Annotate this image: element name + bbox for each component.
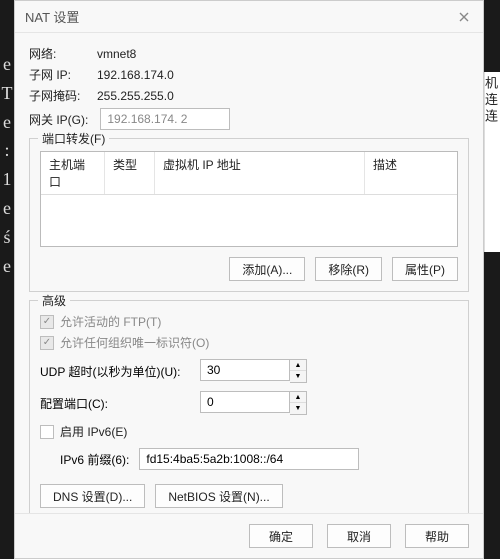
obscured-background-text: e T e : 1 e ś e bbox=[0, 50, 14, 350]
netbios-settings-button[interactable]: NetBIOS 设置(N)... bbox=[155, 484, 282, 508]
col-vm-ip[interactable]: 虚拟机 IP 地址 bbox=[155, 152, 365, 194]
spin-down-icon[interactable]: ▼ bbox=[290, 403, 306, 414]
dialog-footer: 确定 取消 帮助 bbox=[15, 513, 483, 558]
help-button[interactable]: 帮助 bbox=[405, 524, 469, 548]
dns-settings-button[interactable]: DNS 设置(D)... bbox=[40, 484, 145, 508]
spin-up-icon[interactable]: ▲ bbox=[290, 360, 306, 371]
config-port-label: 配置端口(C): bbox=[40, 395, 190, 412]
properties-button[interactable]: 属性(P) bbox=[392, 257, 458, 281]
network-label: 网络: bbox=[29, 45, 85, 62]
network-value: vmnet8 bbox=[97, 47, 136, 61]
subnet-ip-value: 192.168.174.0 bbox=[97, 68, 174, 82]
spin-up-icon[interactable]: ▲ bbox=[290, 392, 306, 403]
allow-active-ftp-label: 允许活动的 FTP(T) bbox=[60, 313, 161, 330]
port-forwarding-table[interactable]: 主机端口 类型 虚拟机 IP 地址 描述 bbox=[40, 151, 458, 247]
allow-any-oui-checkbox[interactable]: ✓ 允许任何组织唯一标识符(O) bbox=[40, 334, 458, 351]
close-icon[interactable] bbox=[455, 8, 473, 26]
checkbox-unchecked-icon bbox=[40, 425, 54, 439]
allow-any-oui-label: 允许任何组织唯一标识符(O) bbox=[60, 334, 209, 351]
advanced-group: 高级 ✓ 允许活动的 FTP(T) ✓ 允许任何组织唯一标识符(O) UDP 超… bbox=[29, 300, 469, 513]
table-body-empty bbox=[41, 195, 457, 247]
dialog-title: NAT 设置 bbox=[25, 7, 79, 26]
col-type[interactable]: 类型 bbox=[105, 152, 155, 194]
remove-button[interactable]: 移除(R) bbox=[315, 257, 382, 281]
ipv6-prefix-input[interactable] bbox=[139, 448, 359, 470]
obscured-right-text: 机 连 连 bbox=[484, 72, 500, 252]
udp-timeout-label: UDP 超时(以秒为单位)(U): bbox=[40, 363, 190, 380]
subnet-mask-value: 255.255.255.0 bbox=[97, 89, 174, 103]
subnet-mask-label: 子网掩码: bbox=[29, 87, 85, 104]
spin-down-icon[interactable]: ▼ bbox=[290, 371, 306, 382]
nat-settings-dialog: NAT 设置 网络: vmnet8 子网 IP: 192.168.174.0 子… bbox=[14, 0, 484, 559]
gateway-ip-label: 网关 IP(G): bbox=[29, 111, 88, 128]
cancel-button[interactable]: 取消 bbox=[327, 524, 391, 548]
port-forwarding-group: 端口转发(F) 主机端口 类型 虚拟机 IP 地址 描述 添加(A)... 移除… bbox=[29, 138, 469, 292]
subnet-ip-label: 子网 IP: bbox=[29, 66, 85, 83]
ipv6-prefix-label: IPv6 前缀(6): bbox=[60, 451, 129, 468]
col-description[interactable]: 描述 bbox=[365, 152, 457, 194]
checkbox-checked-icon: ✓ bbox=[40, 315, 54, 329]
config-port-input[interactable] bbox=[200, 391, 290, 413]
gateway-ip-input[interactable] bbox=[100, 108, 230, 130]
enable-ipv6-checkbox[interactable]: 启用 IPv6(E) bbox=[40, 423, 458, 440]
udp-timeout-input[interactable] bbox=[200, 359, 290, 381]
port-forwarding-legend: 端口转发(F) bbox=[38, 130, 109, 147]
add-button[interactable]: 添加(A)... bbox=[229, 257, 305, 281]
advanced-legend: 高级 bbox=[38, 292, 70, 309]
enable-ipv6-label: 启用 IPv6(E) bbox=[60, 423, 127, 440]
ok-button[interactable]: 确定 bbox=[249, 524, 313, 548]
title-bar: NAT 设置 bbox=[15, 1, 483, 33]
col-host-port[interactable]: 主机端口 bbox=[41, 152, 105, 194]
allow-active-ftp-checkbox[interactable]: ✓ 允许活动的 FTP(T) bbox=[40, 313, 458, 330]
checkbox-checked-icon: ✓ bbox=[40, 336, 54, 350]
